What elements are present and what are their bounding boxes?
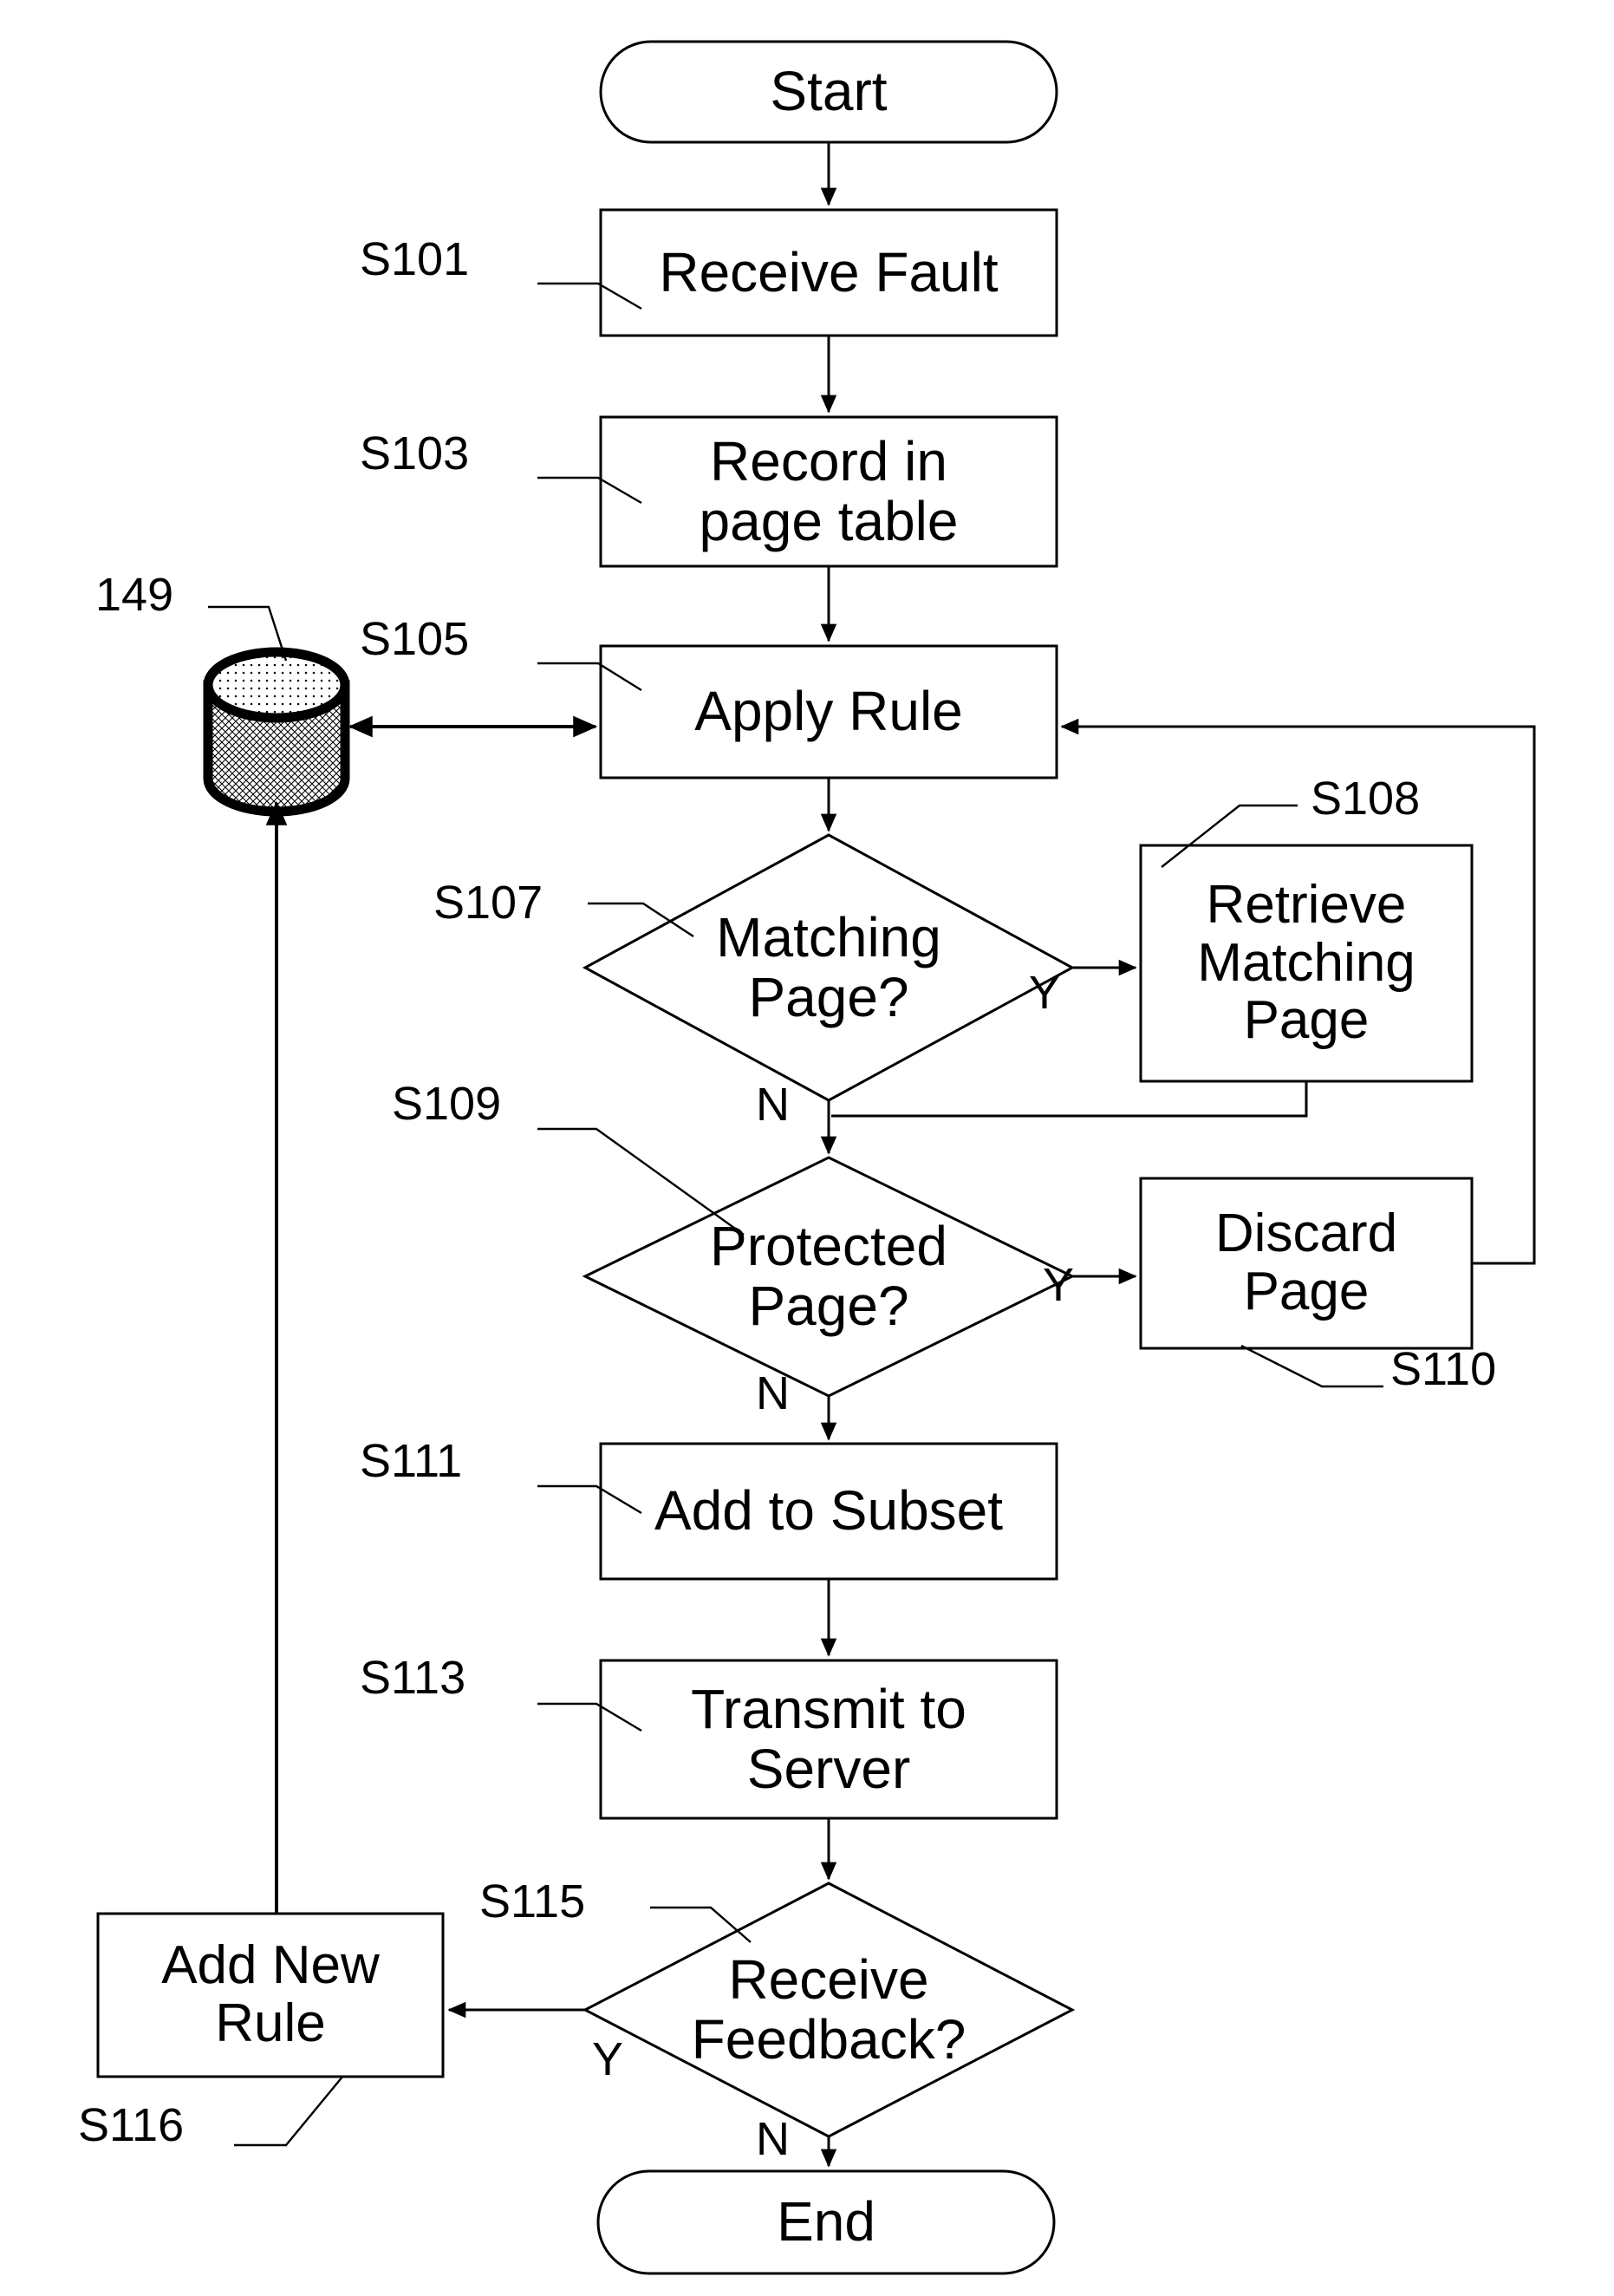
ref-label-s101: S101 [360,233,470,285]
ref-label-s107: S107 [433,877,543,929]
node-add-to-subset-shape [599,1442,1058,1581]
ref-label-s103: S103 [360,427,470,479]
ref-label-s116: S116 [78,2099,185,2151]
ref-label-s110: S110 [1390,1343,1497,1395]
flowchart-svg [96,40,1536,2275]
node-end-shape [596,2169,1056,2275]
database-cylinder-icon [203,647,350,817]
branch-label-protected-no: N [756,1367,790,1419]
node-receive-fault-shape [599,208,1058,337]
leader-s116 [234,2075,344,2147]
ref-label-s111: S111 [360,1435,463,1487]
branch-label-protected-yes: Y [1043,1259,1075,1311]
node-retrieve-matching-page-shape [1139,844,1474,1083]
node-matching-page-shape [582,833,1076,1102]
ref-label-s109: S109 [392,1078,502,1130]
edge-retrieve-to-no-path [831,1081,1308,1118]
node-transmit-to-server-shape [599,1659,1058,1820]
node-record-page-table-shape [599,415,1058,568]
leader-s110 [1240,1344,1383,1388]
ref-label-s105: S105 [360,613,470,665]
node-apply-rule-shape [599,644,1058,779]
branch-label-matching-yes: Y [1029,967,1061,1019]
branch-label-feedback-no: N [756,2113,790,2165]
branch-label-matching-no: N [756,1079,790,1131]
ref-label-149: 149 [95,569,174,621]
ref-label-s115: S115 [479,1875,586,1927]
node-start-shape [599,40,1058,144]
node-discard-page-shape [1139,1177,1474,1350]
node-protected-page-shape [582,1156,1076,1398]
node-add-new-rule-shape [96,1912,445,2078]
branch-label-feedback-yes: Y [592,2033,624,2085]
ref-label-s113: S113 [360,1652,466,1704]
flowchart-canvas: Start Receive Fault Record in page table… [0,0,1614,2296]
node-receive-feedback-shape [582,1882,1076,2138]
ref-label-s108: S108 [1311,773,1421,825]
